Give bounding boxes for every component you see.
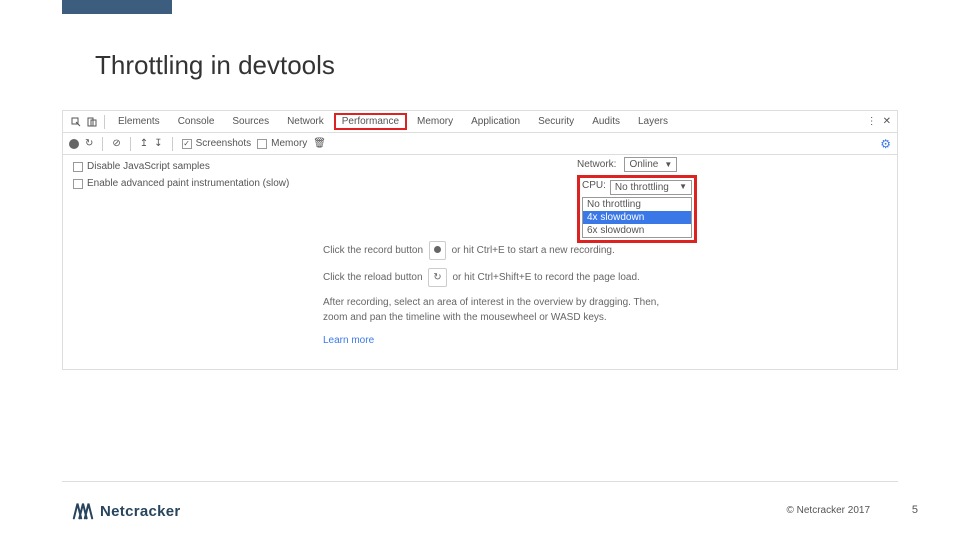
page-number: 5 [912,504,918,516]
devtools-panel: Elements Console Sources Network Perform… [62,110,898,370]
network-label: Network: [577,159,616,170]
cpu-label: CPU: [582,180,606,195]
disable-js-samples-checkbox[interactable]: Disable JavaScript samples [73,161,887,172]
chevron-down-icon: ▼ [679,182,687,193]
enable-advanced-paint-checkbox[interactable]: Enable advanced paint instrumentation (s… [73,178,887,189]
separator [172,137,173,151]
tab-sources[interactable]: Sources [224,113,277,130]
close-icon[interactable]: ✕ [883,116,891,127]
footer-divider [62,481,898,482]
copyright-text: © Netcracker 2017 [786,505,870,516]
more-icon[interactable]: ⋮ [867,116,877,127]
separator [102,137,103,151]
hint-record-text: Click the record button [323,245,423,256]
netcracker-logo-icon [72,500,94,522]
tab-security[interactable]: Security [530,113,582,130]
tab-application[interactable]: Application [463,113,528,130]
devtools-tab-bar: Elements Console Sources Network Perform… [63,111,897,133]
save-profile-icon[interactable]: ↧ [154,138,162,149]
cpu-option-none[interactable]: No throttling [583,198,691,211]
hint-record-post: or hit Ctrl+E to start a new recording. [452,245,615,256]
tab-memory[interactable]: Memory [409,113,461,130]
tab-layers[interactable]: Layers [630,113,676,130]
network-throttle-row: Network: Online ▼ [577,157,697,172]
device-toolbar-icon[interactable] [85,115,99,129]
tab-audits[interactable]: Audits [584,113,628,130]
inspect-icon[interactable] [69,115,83,129]
memory-checkbox[interactable]: Memory [257,138,307,149]
hint-after-text: After recording, select an area of inter… [323,295,663,325]
enable-adv-label: Enable advanced paint instrumentation (s… [87,178,289,189]
learn-more-link[interactable]: Learn more [323,333,663,348]
slide-accent-bar [62,0,172,14]
cpu-throttle-highlight: CPU: No throttling ▼ No throttling 4x sl… [577,175,697,243]
network-throttle-dropdown[interactable]: Online ▼ [624,157,677,172]
tab-elements[interactable]: Elements [110,113,168,130]
memory-label: Memory [271,138,307,149]
network-value: Online [629,159,658,170]
screenshots-checkbox[interactable]: Screenshots [182,138,252,149]
separator [130,137,131,151]
settings-gear-icon[interactable]: ⚙ [880,137,891,151]
cpu-option-6x[interactable]: 6x slowdown [583,224,691,237]
screenshots-label: Screenshots [196,138,252,149]
hint-reload-text: Click the reload button [323,272,423,283]
tab-network[interactable]: Network [279,113,332,130]
clear-icon[interactable]: ⊘ [112,138,120,149]
performance-toolbar: ↻ ⊘ ↥ ↧ Screenshots Memory 🗑 ⚙ [63,133,897,155]
reload-icon[interactable]: ↻ [85,138,93,149]
recording-hints: Click the record button or hit Ctrl+E to… [323,241,663,348]
reload-button-mini: ↻ [428,268,446,287]
cpu-option-4x[interactable]: 4x slowdown [583,211,691,224]
chevron-down-icon: ▼ [664,160,672,169]
cpu-throttle-options: No throttling 4x slowdown 6x slowdown [582,197,692,238]
tab-console[interactable]: Console [170,113,223,130]
cpu-value: No throttling [615,182,669,193]
brand-logo: Netcracker [72,500,181,522]
slide-title: Throttling in devtools [95,50,335,81]
tab-performance[interactable]: Performance [334,113,407,130]
hint-reload-post: or hit Ctrl+Shift+E to record the page l… [452,272,639,283]
separator [104,115,105,129]
load-profile-icon[interactable]: ↥ [140,138,148,149]
brand-name: Netcracker [100,503,181,520]
record-icon[interactable] [69,139,79,149]
disable-js-label: Disable JavaScript samples [87,161,210,172]
record-button-mini [429,241,446,260]
trash-icon[interactable]: 🗑 [313,138,326,149]
cpu-throttle-dropdown[interactable]: No throttling ▼ [610,180,692,195]
